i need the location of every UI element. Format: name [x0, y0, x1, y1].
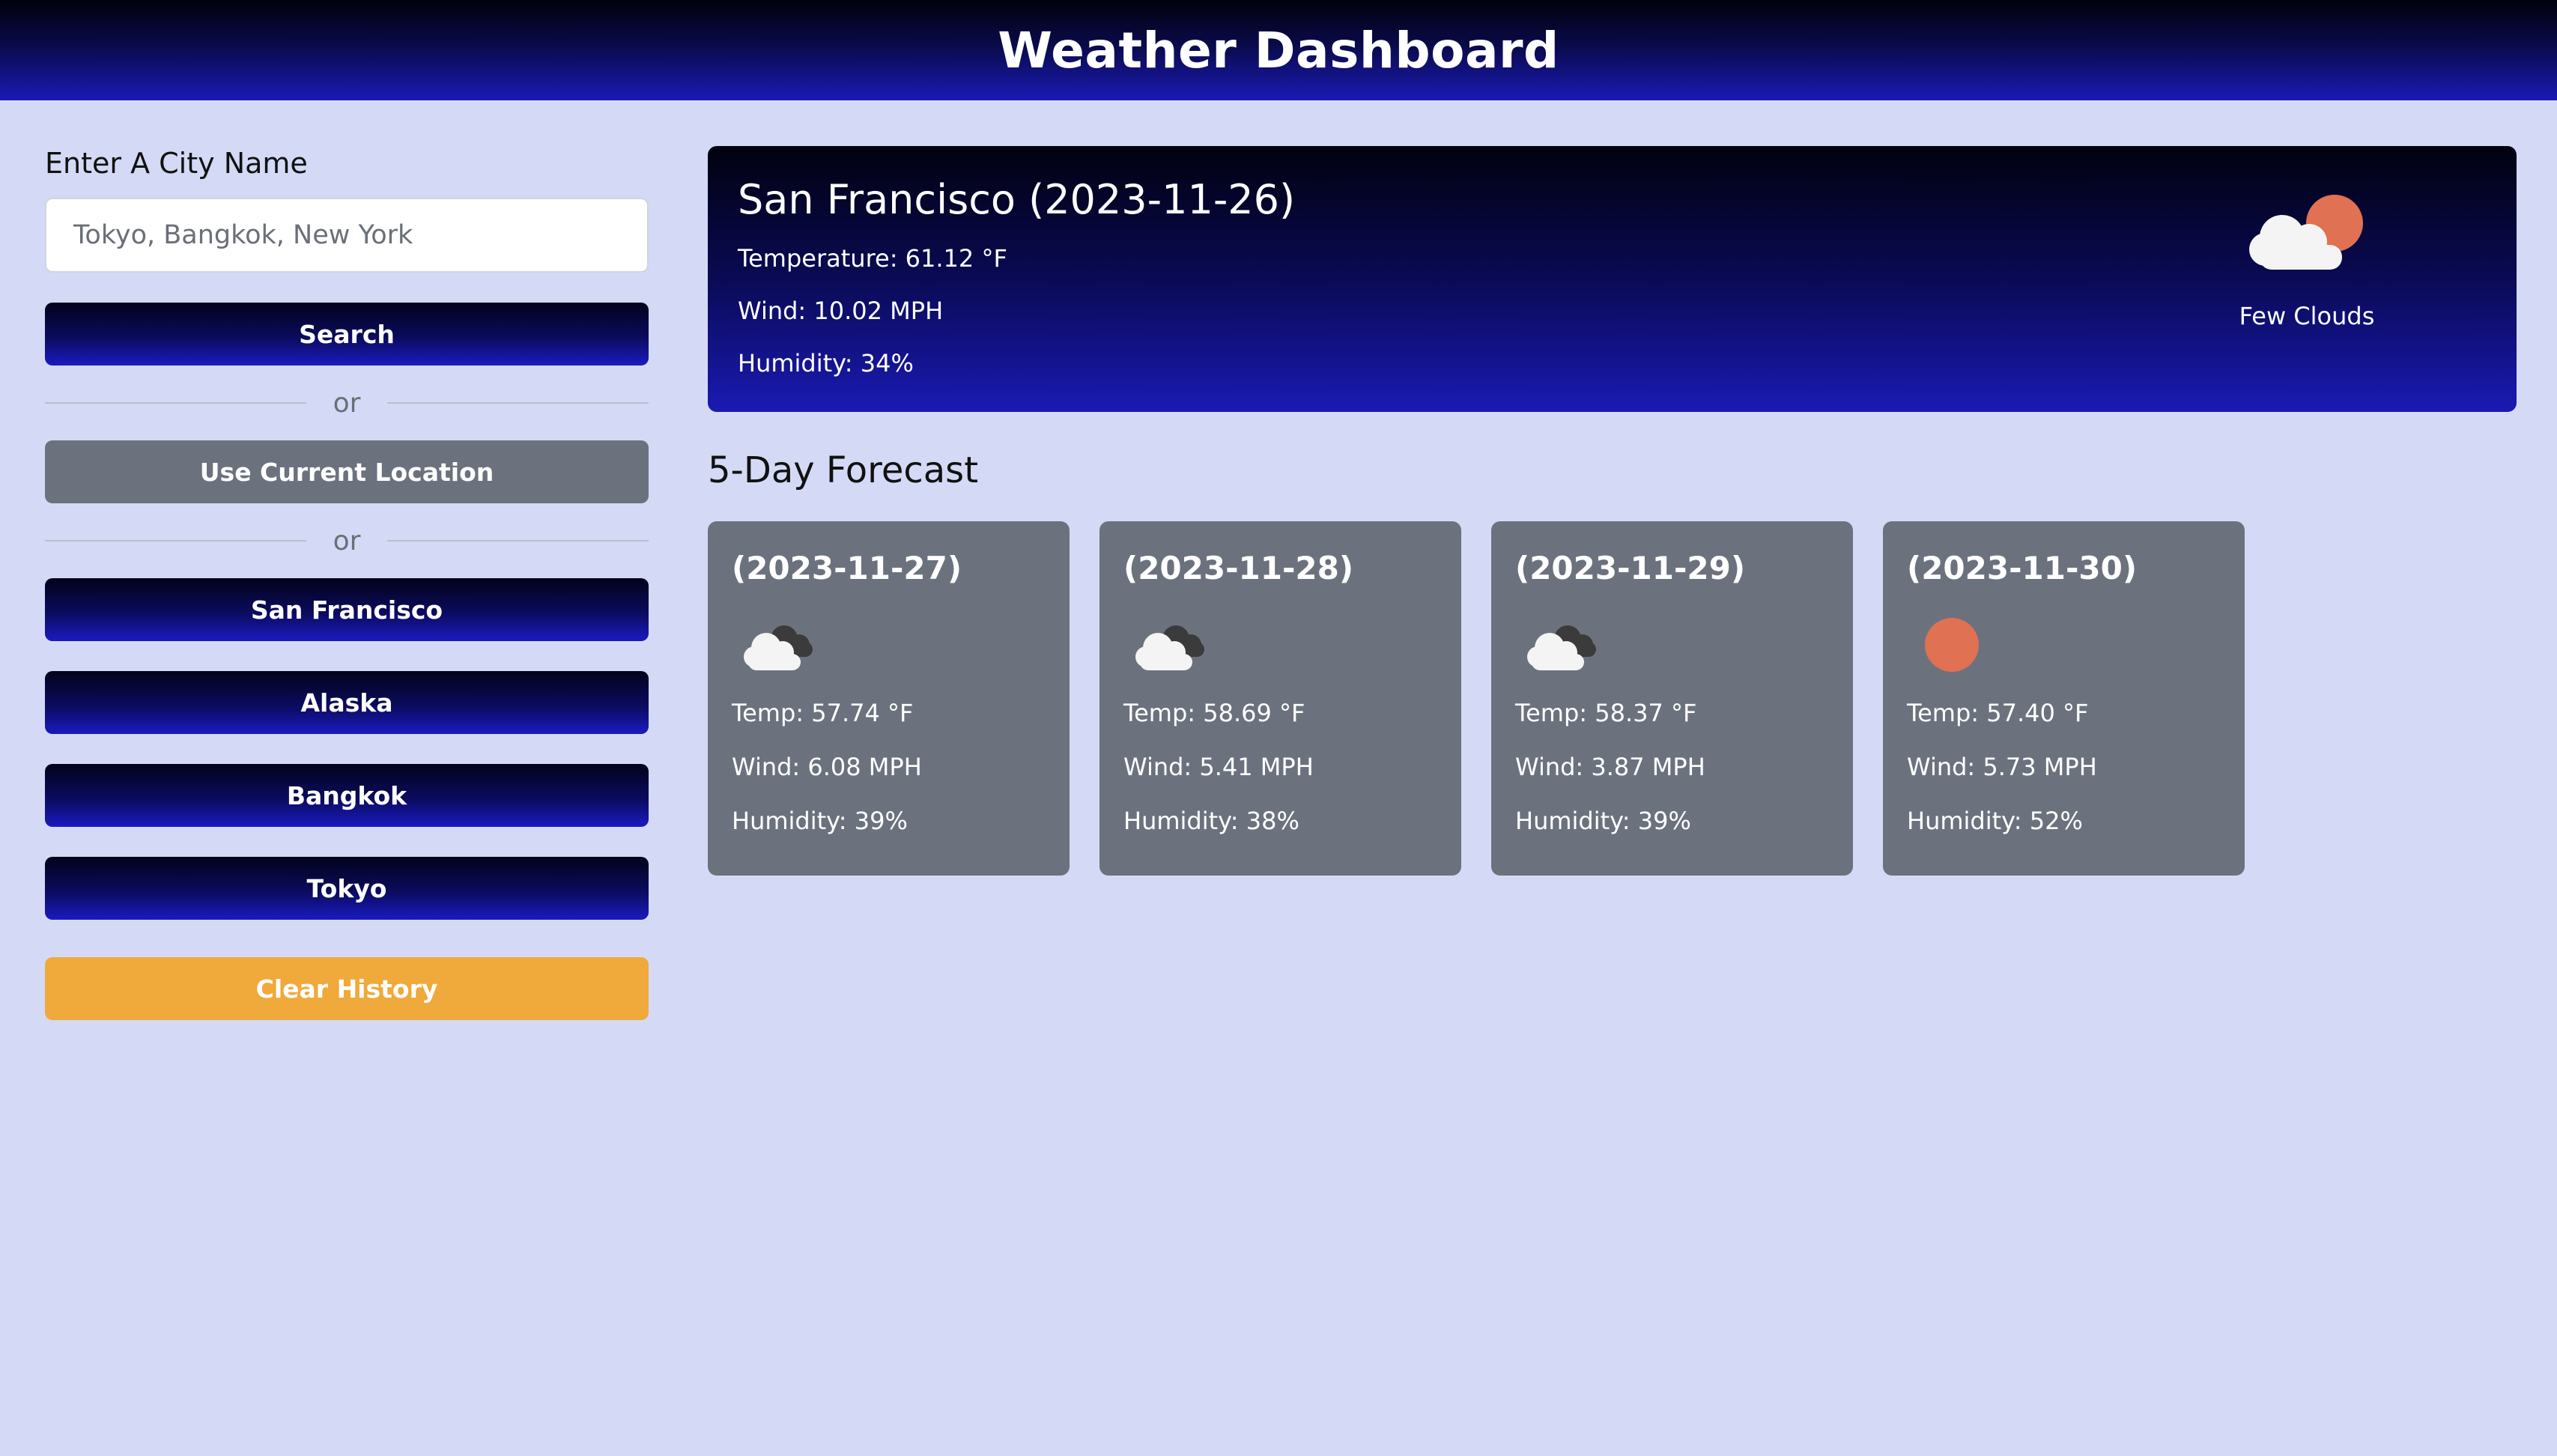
current-city-title: San Francisco (2023-11-26) [738, 176, 1296, 223]
history-button-tokyo[interactable]: Tokyo [45, 857, 649, 920]
forecast-cards: (2023-11-27) Temp: 57.74 °F Wind: 6.08 M… [708, 521, 2517, 876]
current-wind: Wind: 10.02 MPH [738, 297, 944, 325]
forecast-card: (2023-11-27) Temp: 57.74 °F Wind: 6.08 M… [708, 521, 1070, 876]
or-divider: or [45, 503, 649, 578]
forecast-icon-box [1123, 616, 1437, 684]
divider-line [387, 540, 649, 542]
forecast-wind: Wind: 5.73 MPH [1907, 753, 2097, 781]
forecast-temp: Temp: 57.74 °F [732, 699, 914, 727]
divider-line [45, 540, 306, 542]
or-label: or [333, 525, 361, 556]
forecast-date: (2023-11-29) [1515, 550, 1746, 586]
forecast-icon-box [1515, 616, 1829, 684]
few-clouds-icon [2249, 195, 2363, 270]
broken-clouds-icon [744, 625, 813, 670]
forecast-wind: Wind: 5.41 MPH [1123, 753, 1314, 781]
use-current-location-button[interactable]: Use Current Location [45, 440, 649, 503]
history-button-bangkok[interactable]: Bangkok [45, 764, 649, 827]
page-title: Weather Dashboard [998, 21, 1559, 79]
current-weather-icon-group: Few Clouds [2232, 191, 2382, 330]
forecast-humidity: Humidity: 52% [1907, 807, 2083, 835]
forecast-humidity: Humidity: 39% [1515, 807, 1691, 835]
search-button[interactable]: Search [45, 303, 649, 365]
forecast-card: (2023-11-29) Temp: 58.37 °F Wind: 3.87 M… [1491, 521, 1853, 876]
forecast-card: (2023-11-28) Temp: 58.69 °F Wind: 5.41 M… [1099, 521, 1461, 876]
clear-history-button[interactable]: Clear History [45, 957, 649, 1020]
divider-line [387, 402, 649, 404]
forecast-humidity: Humidity: 39% [732, 807, 908, 835]
search-label: Enter A City Name [45, 147, 308, 180]
forecast-icon-box [732, 616, 1046, 684]
current-weather-card: San Francisco (2023-11-26) Temperature: … [708, 146, 2517, 412]
search-sidebar: Enter A City Name Search or Use Current … [45, 142, 649, 1020]
city-search-input[interactable] [45, 198, 649, 273]
or-label: or [333, 387, 361, 419]
divider-line [45, 402, 306, 404]
or-divider: or [45, 365, 649, 440]
forecast-card: (2023-11-30) Temp: 57.40 °F Wind: 5.73 M… [1883, 521, 2245, 876]
forecast-wind: Wind: 3.87 MPH [1515, 753, 1705, 781]
forecast-date: (2023-11-28) [1123, 550, 1354, 586]
forecast-date: (2023-11-30) [1907, 550, 2138, 586]
current-humidity: Humidity: 34% [738, 349, 914, 377]
forecast-temp: Temp: 58.69 °F [1123, 699, 1305, 727]
history-button-alaska[interactable]: Alaska [45, 671, 649, 734]
forecast-humidity: Humidity: 38% [1123, 807, 1299, 835]
forecast-wind: Wind: 6.08 MPH [732, 753, 922, 781]
weather-main: San Francisco (2023-11-26) Temperature: … [708, 146, 2517, 876]
forecast-temp: Temp: 57.40 °F [1907, 699, 2089, 727]
history-button-san-francisco[interactable]: San Francisco [45, 578, 649, 641]
broken-clouds-icon [1135, 625, 1204, 670]
forecast-date: (2023-11-27) [732, 550, 962, 586]
forecast-title: 5-Day Forecast [708, 449, 979, 491]
forecast-temp: Temp: 58.37 °F [1515, 699, 1697, 727]
current-description: Few Clouds [2239, 302, 2375, 330]
app-header: Weather Dashboard [0, 0, 2557, 100]
current-temperature: Temperature: 61.12 °F [738, 244, 1007, 273]
clear-sky-icon [1925, 618, 1979, 672]
forecast-icon-box [1907, 616, 2221, 684]
broken-clouds-icon [1527, 625, 1596, 670]
